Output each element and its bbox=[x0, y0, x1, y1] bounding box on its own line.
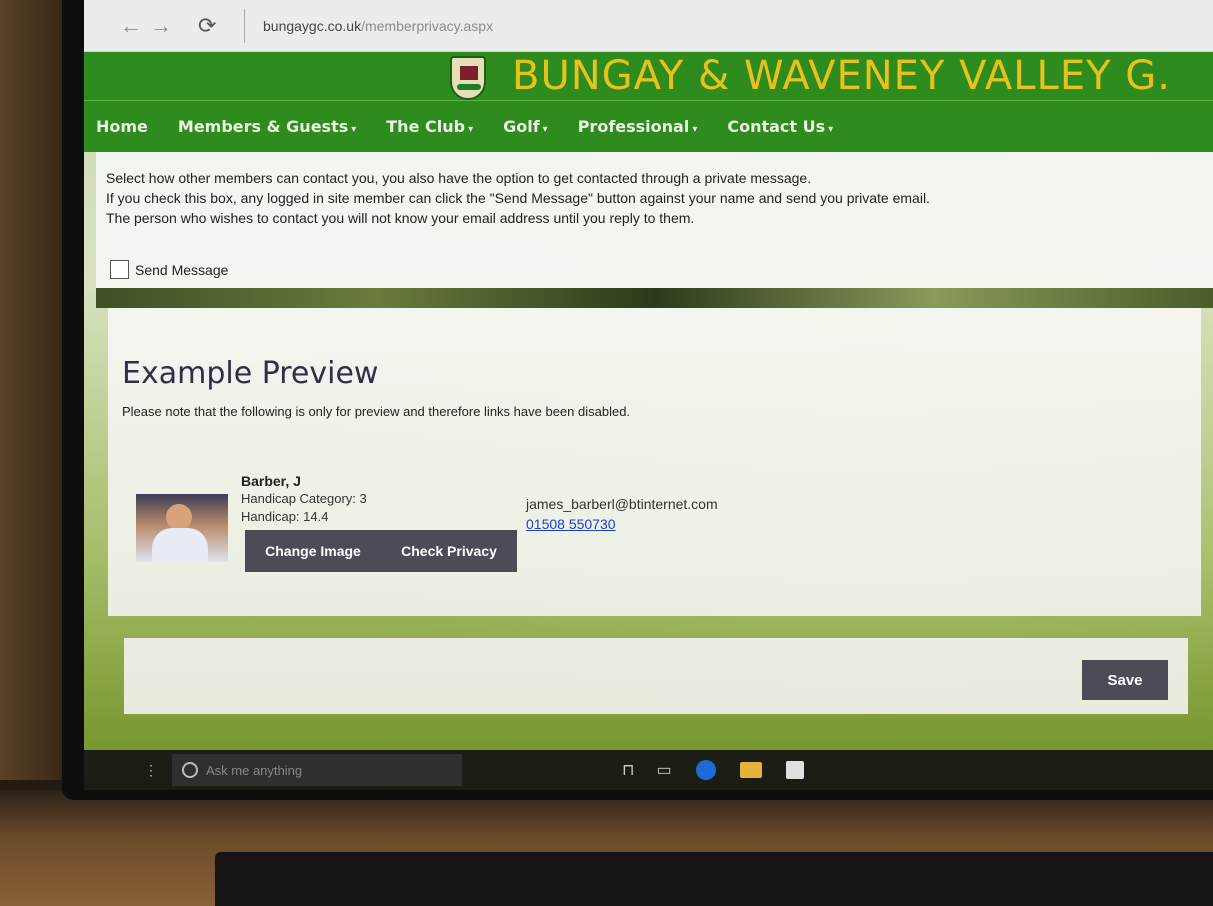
nav-item-contact-us[interactable]: Contact Us ▾ bbox=[727, 117, 833, 136]
browser-icon[interactable] bbox=[695, 760, 716, 780]
member-name: Barber, J bbox=[241, 473, 301, 489]
privacy-line: Select how other members can contact you… bbox=[106, 170, 812, 186]
chevron-down-icon: ▾ bbox=[542, 124, 548, 135]
member-details: Barber, J Handicap Category: 3 Handicap:… bbox=[241, 472, 367, 526]
chevron-down-icon: ▾ bbox=[692, 124, 698, 135]
avatar-head bbox=[166, 504, 192, 530]
member-email: james_barberl@btinternet.com bbox=[526, 496, 718, 512]
crest-wave bbox=[457, 84, 481, 90]
send-message-checkbox[interactable] bbox=[110, 260, 129, 279]
nav-item-the-club[interactable]: The Club ▾ bbox=[386, 117, 473, 136]
nav-item-label: Home bbox=[96, 117, 148, 136]
member-action-bar: Change Image Check Privacy bbox=[245, 530, 517, 572]
start-icon[interactable]: ⋮ bbox=[144, 762, 158, 779]
nav-item-home[interactable]: Home bbox=[96, 117, 148, 136]
member-phone-link[interactable]: 01508 550730 bbox=[526, 514, 718, 534]
url-path: /memberprivacy.aspx bbox=[361, 17, 494, 34]
check-privacy-button[interactable]: Check Privacy bbox=[401, 543, 497, 559]
address-bar-divider bbox=[244, 8, 245, 43]
taskbar-search[interactable]: Ask me anything bbox=[172, 754, 462, 786]
privacy-description: Select how other members can contact you… bbox=[106, 168, 930, 228]
preview-note: Please note that the following is only f… bbox=[122, 404, 631, 419]
save-button[interactable]: Save bbox=[1082, 660, 1168, 700]
forward-icon[interactable]: → bbox=[150, 13, 176, 39]
refresh-icon[interactable]: ⟳ bbox=[198, 13, 224, 39]
nav-item-label: Members & Guests bbox=[177, 117, 349, 136]
site-header: BUNGAY & WAVENEY VALLEY G. bbox=[84, 52, 1213, 100]
privacy-line: The person who wishes to contact you wil… bbox=[106, 210, 695, 226]
search-icon bbox=[182, 762, 198, 778]
save-panel: Save bbox=[124, 638, 1188, 714]
handicap-value: Handicap: 14.4 bbox=[241, 509, 329, 524]
task-view-icon[interactable]: ⊓ bbox=[622, 760, 634, 780]
browser-address-bar: ← → ⟳ bungaygc.co.uk/memberprivacy.aspx bbox=[84, 0, 1213, 52]
folder-icon[interactable] bbox=[739, 762, 762, 778]
chevron-down-icon: ▾ bbox=[351, 124, 357, 135]
store-icon[interactable] bbox=[785, 761, 804, 779]
member-contact: james_barberl@btinternet.com 01508 55073… bbox=[526, 494, 718, 534]
nav-item-label: The Club bbox=[386, 117, 466, 136]
background-hedge bbox=[96, 288, 1213, 308]
privacy-settings-panel: Select how other members can contact you… bbox=[96, 152, 1213, 288]
chevron-down-icon: ▾ bbox=[828, 124, 834, 135]
monitor-screen: ← → ⟳ bungaygc.co.uk/memberprivacy.aspx … bbox=[84, 0, 1213, 790]
privacy-line: If you check this box, any logged in sit… bbox=[106, 190, 930, 206]
club-crest-icon[interactable] bbox=[450, 56, 486, 100]
send-message-label[interactable]: Send Message bbox=[135, 262, 228, 278]
send-message-option[interactable]: Send Message bbox=[110, 260, 228, 279]
nav-item-label: Professional bbox=[577, 117, 690, 136]
back-icon[interactable]: ← bbox=[120, 13, 146, 39]
nav-item-label: Contact Us bbox=[727, 117, 826, 136]
site-title[interactable]: BUNGAY & WAVENEY VALLEY G. bbox=[512, 52, 1171, 100]
change-image-button[interactable]: Change Image bbox=[265, 543, 361, 559]
example-preview-panel: Example Preview Please note that the fol… bbox=[108, 308, 1201, 616]
handicap-category: Handicap Category: 3 bbox=[241, 491, 367, 506]
taskbar-search-placeholder: Ask me anything bbox=[206, 762, 303, 778]
url-field[interactable]: bungaygc.co.uk/memberprivacy.aspx bbox=[263, 18, 493, 34]
nav-item-members-guests[interactable]: Members & Guests ▾ bbox=[178, 117, 356, 136]
avatar-body bbox=[152, 528, 208, 562]
nav-item-golf[interactable]: Golf ▾ bbox=[503, 117, 548, 136]
nav-item-label: Golf bbox=[503, 117, 540, 136]
crest-emblem bbox=[460, 66, 478, 80]
member-avatar bbox=[136, 494, 228, 562]
main-navigation: Home Members & Guests ▾ The Club ▾ Golf ▾ P… bbox=[84, 100, 1213, 152]
windows-taskbar: ⋮ Ask me anything ⊓ ▭ bbox=[84, 750, 1213, 790]
url-domain: bungaygc.co.uk bbox=[263, 17, 362, 34]
nav-item-professional[interactable]: Professional ▾ bbox=[578, 117, 698, 136]
chevron-down-icon: ▾ bbox=[468, 124, 474, 135]
keyboard bbox=[215, 852, 1213, 906]
preview-heading: Example Preview bbox=[122, 356, 379, 391]
multitask-icon[interactable]: ▭ bbox=[656, 760, 671, 780]
